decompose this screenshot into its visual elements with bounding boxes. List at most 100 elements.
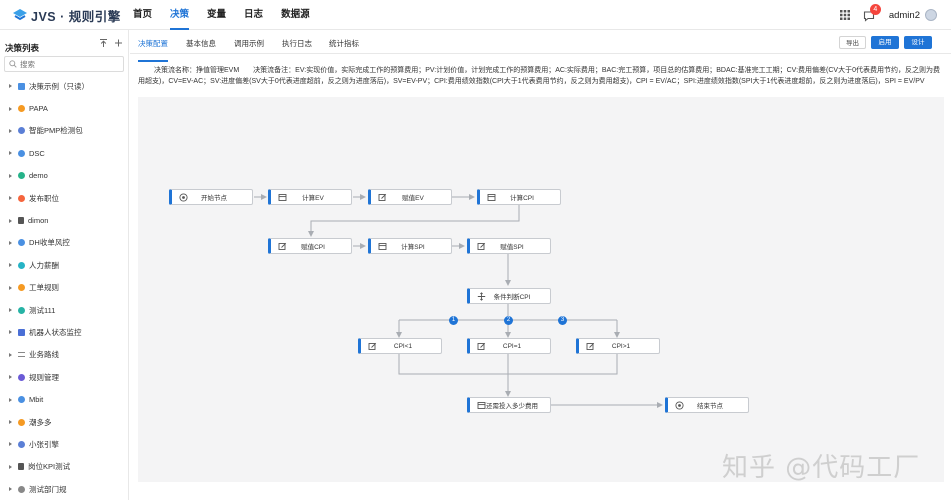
sidebar-item-label: 潮多多: [29, 417, 52, 427]
caret-right-icon[interactable]: [9, 420, 12, 425]
nav-datasource[interactable]: 数据源: [272, 0, 319, 30]
sidebar-tree-item[interactable]: 岗位KPI测试: [0, 456, 128, 478]
flow-node-calc-spi[interactable]: 计算SPI: [368, 238, 452, 254]
flow-node-assign-spi[interactable]: 赋值SPI: [467, 238, 551, 254]
flow-node-assign-ev[interactable]: 赋值EV: [368, 189, 452, 205]
sidebar-tree-item[interactable]: 人力薪酬: [0, 254, 128, 276]
enable-button[interactable]: 启用: [871, 36, 899, 49]
flow-node-cpi-eq-1[interactable]: CPI=1: [467, 338, 551, 354]
caret-right-icon[interactable]: [9, 151, 12, 156]
sidebar-tree-item[interactable]: 决策示例（只读）: [0, 75, 128, 97]
decision-description: 决策流名称：挣值管理EVM 决策流备注：EV:实现价值，实际完成工作的预算费用；P…: [138, 65, 943, 87]
sidebar-tree-item[interactable]: 机器人状态监控: [0, 321, 128, 343]
square-icon: [18, 328, 25, 336]
dot-icon: [18, 149, 25, 157]
export-button[interactable]: 导出: [839, 36, 866, 49]
tab-execution-log[interactable]: 执行日志: [282, 30, 312, 58]
caret-right-icon[interactable]: [9, 464, 12, 469]
add-icon[interactable]: [114, 38, 123, 48]
sidebar-item-label: DSC: [29, 148, 45, 158]
dot-icon: [18, 194, 25, 202]
sidebar-tree-item[interactable]: 发布职位: [0, 187, 128, 209]
sidebar-item-label: 智能PMP检测包: [29, 126, 83, 136]
sidebar-tree-item[interactable]: demo: [0, 165, 128, 187]
sidebar-tree-item[interactable]: 测试部门规: [0, 478, 128, 500]
decision-note: 决策流备注：EV:实现价值，实际完成工作的预算费用；PV:计划价值，计划完成工作…: [138, 67, 940, 85]
tab-basic-info[interactable]: 基本信息: [186, 30, 216, 58]
flow-node-calc-cpi[interactable]: 计算CPI: [477, 189, 561, 205]
branch-number-2[interactable]: 2: [504, 316, 513, 325]
flow-node-start[interactable]: 开始节点: [169, 189, 253, 205]
caret-right-icon[interactable]: [9, 308, 12, 313]
sidebar-tree-item[interactable]: DSC: [0, 142, 128, 164]
caret-right-icon[interactable]: [9, 263, 12, 268]
play-circle-icon: [179, 192, 188, 202]
apps-grid-icon[interactable]: [839, 9, 851, 21]
sidebar-tree-item[interactable]: 规则管理: [0, 366, 128, 388]
sidebar-tree-item[interactable]: 小张引擎: [0, 433, 128, 455]
sidebar-tree-item[interactable]: 工单规则: [0, 277, 128, 299]
edit-icon: [278, 242, 287, 250]
tab-call-example[interactable]: 调用示例: [234, 30, 264, 58]
flow-node-end[interactable]: 结束节点: [665, 397, 749, 413]
caret-right-icon[interactable]: [9, 240, 12, 245]
node-label: 结束节点: [697, 403, 723, 410]
flow-node-cpi-gt-1[interactable]: CPI>1: [576, 338, 660, 354]
caret-right-icon[interactable]: [9, 218, 12, 223]
edit-icon: [368, 342, 377, 350]
lines-icon: [18, 352, 25, 358]
nav-home[interactable]: 首页: [124, 0, 161, 30]
upload-icon[interactable]: [99, 38, 108, 48]
notification-button[interactable]: 4: [863, 4, 881, 22]
main-nav: 首页 决策 变量 日志 数据源: [124, 0, 319, 30]
caret-right-icon[interactable]: [9, 397, 12, 402]
app-title: JVS · 规则引擎: [31, 9, 121, 24]
design-button[interactable]: 设计: [904, 36, 932, 49]
sidebar-tree-item[interactable]: 智能PMP检测包: [0, 120, 128, 142]
caret-right-icon[interactable]: [9, 442, 12, 447]
nav-variable[interactable]: 变量: [198, 0, 235, 30]
caret-right-icon[interactable]: [9, 196, 12, 201]
node-label: 计算CPI: [510, 195, 534, 202]
caret-right-icon[interactable]: [9, 106, 12, 111]
caret-right-icon[interactable]: [9, 128, 12, 133]
tab-decision-config[interactable]: 决策配置: [138, 30, 168, 62]
flow-node-assign-cpi[interactable]: 赋值CPI: [268, 238, 352, 254]
caret-right-icon[interactable]: [9, 375, 12, 380]
sidebar-tree-item[interactable]: dimon: [0, 209, 128, 231]
search-input[interactable]: [20, 59, 120, 69]
watermark: 知乎 @代码工厂: [722, 453, 921, 483]
branch-number-1[interactable]: 1: [449, 316, 458, 325]
flow-node-condition-cpi[interactable]: 条件判断CPI: [467, 288, 551, 304]
sidebar-tree-item[interactable]: 测试111: [0, 299, 128, 321]
node-label: 开始节点: [201, 195, 227, 202]
flow-canvas[interactable]: 开始节点 计算EV 赋值EV 计算CPI 赋值CPI 计算SPI 赋值SPI 条…: [138, 97, 944, 482]
tab-statistics[interactable]: 统计指标: [329, 30, 359, 58]
dot-icon: [18, 485, 25, 493]
flow-node-cpi-lt-1[interactable]: CPI<1: [358, 338, 442, 354]
caret-right-icon[interactable]: [9, 487, 12, 492]
top-bar: JVS · 规则引擎 首页 决策 变量 日志 数据源 4 admin2: [0, 0, 951, 30]
caret-right-icon[interactable]: [9, 330, 12, 335]
nav-log[interactable]: 日志: [235, 0, 272, 30]
avatar[interactable]: [925, 9, 937, 21]
decision-sidebar: 决策列表 决策示例（只读） PAPA 智能PMP检测包 DSC demo 发布职位 dimo…: [0, 30, 129, 500]
username[interactable]: admin2: [889, 10, 920, 21]
sidebar-tree-item[interactable]: Mbit: [0, 388, 128, 410]
edit-icon: [477, 342, 486, 350]
flow-node-calc-ev[interactable]: 计算EV: [268, 189, 352, 205]
caret-right-icon[interactable]: [9, 285, 12, 290]
search-icon: [9, 60, 17, 68]
sidebar-tree-item[interactable]: DH收单风控: [0, 232, 128, 254]
node-label: 计算EV: [302, 195, 324, 202]
nav-decision[interactable]: 决策: [161, 0, 198, 30]
caret-right-icon[interactable]: [9, 84, 12, 89]
caret-right-icon[interactable]: [9, 352, 12, 357]
sidebar-tree-item[interactable]: PAPA: [0, 97, 128, 119]
flow-node-remaining-cost[interactable]: 还需投入多少费用: [467, 397, 551, 413]
sidebar-tree-item[interactable]: 业务路线: [0, 344, 128, 366]
branch-number-3[interactable]: 3: [558, 316, 567, 325]
app-logo[interactable]: JVS · 规则引擎: [12, 7, 121, 24]
sidebar-tree-item[interactable]: 潮多多: [0, 411, 128, 433]
caret-right-icon[interactable]: [9, 173, 12, 178]
